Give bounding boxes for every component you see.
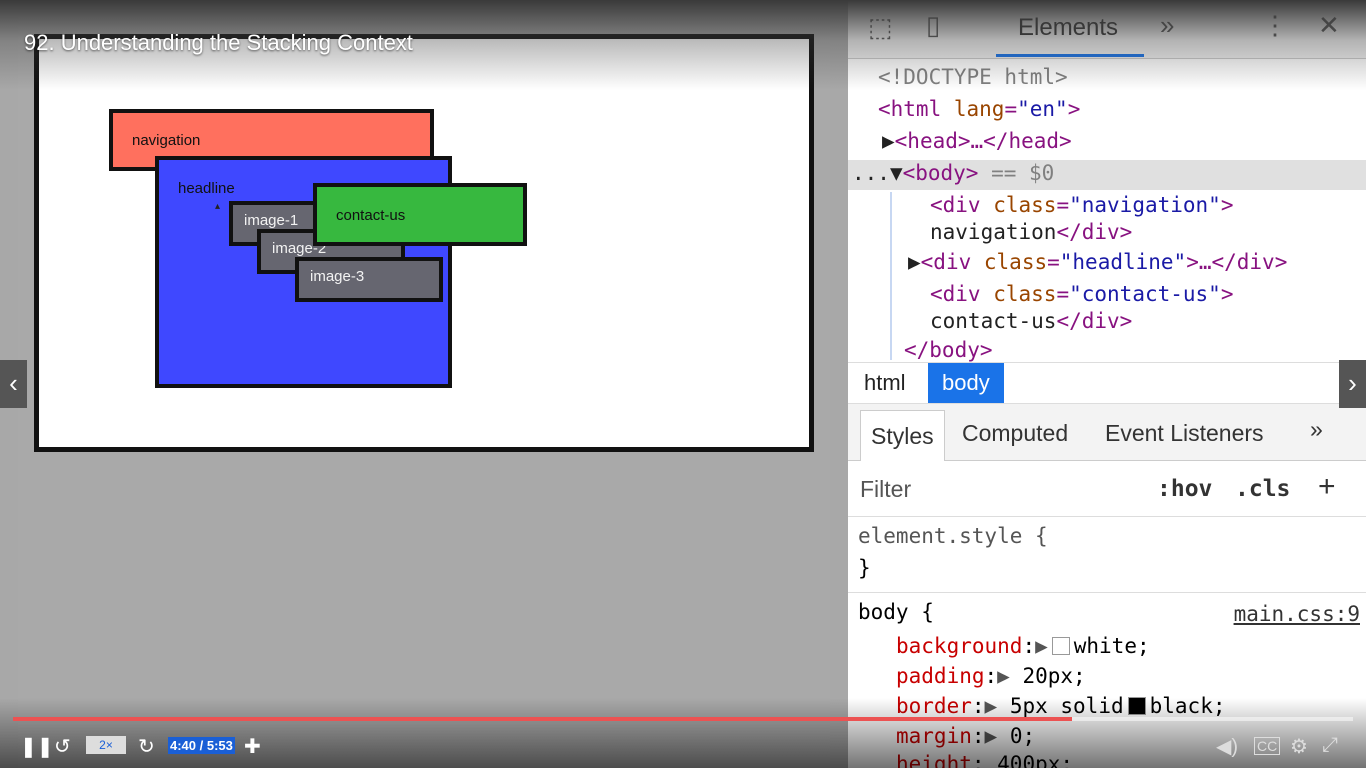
filter-input[interactable]: Filter — [860, 476, 911, 503]
class-attr-name: class — [983, 250, 1048, 274]
styles-filter-row: Filter :hov .cls + — [848, 462, 1366, 517]
node-text: contact-us — [930, 309, 1057, 333]
headline-label: headline — [178, 180, 235, 197]
volume-icon[interactable]: ◀) — [1216, 734, 1238, 759]
contact-us-label: contact-us — [336, 207, 406, 224]
div-close-tag: </div> — [1056, 220, 1133, 244]
image-3-label: image-3 — [310, 268, 365, 285]
tab-styles[interactable]: Styles — [860, 410, 945, 461]
breadcrumb-html[interactable]: html — [850, 363, 920, 403]
device-toggle-icon[interactable]: ▯ — [926, 10, 940, 41]
tab-underline — [996, 54, 1144, 57]
contact-div-text: contact-us</div> — [930, 309, 1132, 333]
fullscreen-icon[interactable]: ⤢ — [1322, 734, 1338, 757]
doctype-node[interactable]: <!DOCTYPE html> — [878, 65, 1068, 89]
body-ref: == $0 — [991, 161, 1055, 185]
class-attr-name: class — [993, 193, 1057, 217]
devtools-panel: ⬚ ▯ Elements » ⋮ ✕ <!DOCTYPE html> <html… — [848, 0, 1366, 768]
expand-triangle-icon[interactable]: ▶ — [882, 129, 895, 153]
navigation-label: navigation — [132, 132, 201, 149]
contact-div-node[interactable]: <div class="contact-us"> — [930, 282, 1233, 306]
video-player: navigation headline image-1 image-2 imag… — [0, 0, 1366, 768]
contact-us-box: contact-us — [313, 183, 527, 246]
class-attr-value: "headline" — [1059, 250, 1187, 274]
rule-close-brace: } — [858, 556, 871, 580]
div-end-tag: >…</div> — [1186, 250, 1288, 274]
captions-icon[interactable]: CC — [1254, 737, 1281, 755]
color-swatch[interactable] — [1127, 697, 1146, 715]
html-attr-name: lang — [953, 97, 1005, 121]
div-open-tag: <div — [920, 250, 972, 274]
indent-guide — [890, 192, 892, 360]
rendered-page: navigation headline image-1 image-2 imag… — [34, 34, 814, 452]
speed-suffix: × — [105, 738, 113, 752]
pause-icon[interactable]: ❚❚ — [20, 734, 54, 759]
close-icon[interactable]: ✕ — [1318, 10, 1340, 41]
class-attr-value: "contact-us" — [1069, 282, 1221, 306]
image-3-box: image-3 — [295, 257, 443, 302]
time-display: 4:40 / 5:53 — [168, 737, 235, 754]
more-tabs-icon[interactable]: » — [1160, 10, 1174, 41]
settings-icon[interactable]: ⚙ — [1290, 734, 1308, 759]
speed-value: 2 — [99, 738, 106, 752]
kebab-menu-icon[interactable]: ⋮ — [1262, 10, 1288, 41]
head-node[interactable]: ▶<head>…</head> — [882, 129, 1072, 153]
dom-tree: <!DOCTYPE html> <html lang="en"> ▶<head>… — [848, 60, 1366, 362]
image-1-label: image-1 — [244, 212, 299, 229]
div-open-tag: <div — [930, 193, 981, 217]
headline-div-node[interactable]: ▶<div class="headline">…</div> — [908, 250, 1287, 274]
body-close-tag: </body> — [904, 338, 993, 362]
video-title: 92. Understanding the Stacking Context — [24, 30, 413, 55]
more-tabs-icon[interactable]: » — [1310, 416, 1323, 443]
html-node[interactable]: <html lang="en"> — [878, 97, 1080, 121]
prev-lecture-button[interactable]: ‹ — [0, 360, 27, 408]
breadcrumb-body[interactable]: body — [928, 363, 1004, 403]
prop-border[interactable]: border:▶ 5px solid black; — [896, 694, 1225, 718]
head-tag: <head>…</head> — [894, 129, 1072, 153]
element-style-selector[interactable]: element.style { — [858, 524, 1048, 548]
source-link[interactable]: main.css:9 — [1234, 602, 1360, 626]
forward-icon[interactable]: ↻ — [138, 734, 155, 759]
new-rule-icon[interactable]: + — [1318, 470, 1336, 504]
tab-computed[interactable]: Computed — [962, 420, 1068, 447]
bookmark-add-icon[interactable]: ✚ — [244, 734, 261, 759]
rewind-icon[interactable]: ↺ — [54, 734, 71, 759]
styles-tabbar: Styles Computed Event Listeners » — [848, 404, 1366, 461]
expand-triangle-icon[interactable]: ▶ — [908, 250, 921, 274]
class-attr-value: "navigation" — [1069, 193, 1221, 217]
inspect-element-icon[interactable]: ⬚ — [868, 12, 893, 43]
prop-background[interactable]: background:▶ white; — [896, 634, 1150, 658]
element-style-rule: element.style { } — [848, 518, 1366, 593]
breadcrumb: html body — [848, 362, 1366, 404]
next-lecture-button[interactable]: › — [1339, 360, 1366, 408]
devtools-toolbar: ⬚ ▯ Elements » ⋮ ✕ — [848, 0, 1366, 59]
ellipsis-menu[interactable]: ... — [852, 161, 890, 185]
color-swatch[interactable] — [1051, 637, 1070, 655]
tab-elements[interactable]: Elements — [1018, 14, 1118, 42]
div-open-tag: <div — [930, 282, 981, 306]
body-tag: <body> — [902, 161, 979, 185]
navigation-div-text: navigation</div> — [930, 220, 1132, 244]
body-node[interactable]: ...▼<body> == $0 — [852, 161, 1054, 185]
node-text: navigation — [930, 220, 1057, 244]
playback-speed[interactable]: 2× — [86, 736, 126, 754]
class-attr-name: class — [993, 282, 1057, 306]
html-attr-value: "en" — [1017, 97, 1068, 121]
collapse-triangle-icon[interactable]: ▼ — [890, 161, 903, 185]
cls-toggle[interactable]: .cls — [1235, 476, 1290, 502]
tab-event-listeners[interactable]: Event Listeners — [1105, 420, 1264, 447]
html-open-tag: <html — [878, 97, 942, 121]
player-controls: ❚❚ ↺ 2× ↻ 4:40 / 5:53 ✚ ◀) CC ⚙ ⤢ — [0, 716, 1366, 768]
prop-padding[interactable]: padding:▶ 20px; — [896, 664, 1086, 688]
navigation-div-node[interactable]: <div class="navigation"> — [930, 193, 1233, 217]
div-close-tag: </div> — [1056, 309, 1133, 333]
progress-fill[interactable] — [13, 717, 1072, 721]
mouse-cursor-icon: ▴ — [215, 201, 221, 212]
body-selector[interactable]: body { — [858, 600, 934, 624]
hov-toggle[interactable]: :hov — [1157, 476, 1212, 502]
